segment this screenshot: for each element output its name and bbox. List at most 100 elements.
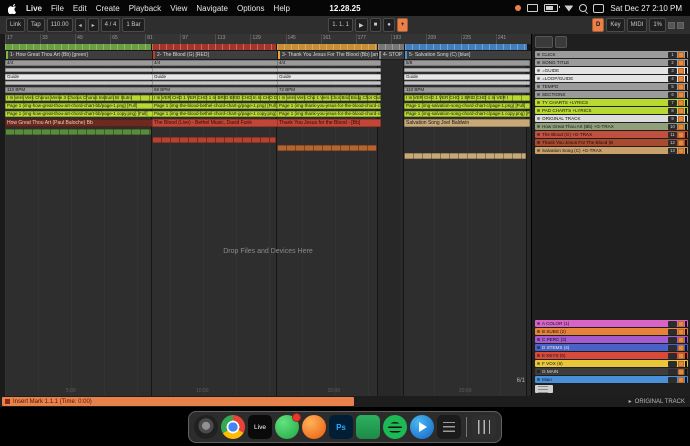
track-number-box[interactable]: 7 [668, 100, 677, 106]
track-activator-icon[interactable] [537, 69, 540, 72]
record-button[interactable]: ● [383, 18, 395, 32]
track-number-box[interactable]: 6 [668, 92, 677, 98]
click-clip[interactable]: 4/4 [152, 60, 280, 66]
menu-item-file[interactable]: File [51, 4, 64, 13]
track-activator-icon[interactable] [537, 93, 540, 96]
track-arm-button[interactable] [678, 329, 684, 335]
track-io-box[interactable] [668, 369, 677, 375]
pad-chart-clip[interactable]: Page 1 (img-how-great-thou-art-chord-cha… [5, 111, 155, 117]
stop-button[interactable]: ■ [370, 18, 382, 32]
notes-app-icon[interactable] [437, 415, 461, 439]
track-header-song-title[interactable]: SONG TITLE2 [535, 59, 688, 66]
main-track[interactable]: Main [535, 376, 688, 383]
track-arm-button[interactable] [678, 377, 684, 383]
loop-guide-clip[interactable] [152, 81, 280, 85]
play-button[interactable]: ▶ [355, 18, 368, 32]
menu-item-edit[interactable]: Edit [73, 4, 87, 13]
track-io-box[interactable] [668, 329, 677, 335]
group-track-a-color[interactable]: A COLOR (1) [535, 320, 688, 327]
track-header-the-blood[interactable]: The Blood (G) +G-TRAX11 [535, 131, 688, 138]
locator-how-great-thou-art[interactable]: 1- How Great Thou Art (Bb) [green] [5, 50, 157, 60]
group-track-g-main[interactable]: G MAIN [535, 368, 688, 375]
track-activator-icon[interactable] [537, 149, 540, 152]
menu-item-help[interactable]: Help [274, 4, 290, 13]
pad-chart-clip[interactable]: Page 1 (img-thank-you-jesus-for-the-bloo… [277, 111, 381, 117]
propresenter-icon[interactable] [410, 415, 434, 439]
track-number-box[interactable]: 2 [668, 60, 677, 66]
group-track-f-vox[interactable]: F VOX (6) [535, 360, 688, 367]
track-arm-button[interactable] [678, 100, 684, 106]
track-io-box[interactable] [668, 361, 677, 367]
track-io-box[interactable] [668, 337, 677, 343]
app-menu-live[interactable]: Live [26, 4, 42, 13]
track-activator-icon[interactable] [537, 101, 540, 104]
track-arm-button[interactable] [678, 116, 684, 122]
track-arm-button[interactable] [678, 369, 684, 375]
ty-chart-clip[interactable]: Page 1 (img-how-great-thou-art-chord-cha… [5, 103, 155, 109]
track-activator-icon[interactable] [537, 362, 540, 365]
original-track-clip[interactable]: The Blood (Live) - Bethel Music, David F… [152, 119, 280, 127]
track-header-tempo[interactable]: TEMPO5 [535, 83, 688, 90]
track-header-pad-charts[interactable]: PAD CHARTS +LYRICS8 [535, 107, 688, 114]
key-map-button[interactable]: Key [606, 18, 624, 32]
track-activator-icon[interactable] [537, 338, 540, 341]
nudge-up-button[interactable]: ▸ [88, 18, 99, 32]
pad-chart-clip[interactable]: Page 1 (img-the-blood-bethel-chord-chart… [152, 111, 280, 117]
track-arm-button[interactable] [678, 140, 684, 146]
utility-app-icon[interactable] [356, 415, 380, 439]
apple-menu[interactable] [8, 3, 17, 14]
messages-app-icon[interactable] [275, 415, 299, 439]
overdub-button[interactable]: + [397, 18, 409, 32]
track-number-box[interactable]: 3 [668, 68, 677, 74]
ty-chart-clip[interactable]: Page 1 (img-thank-you-jesus-for-the-bloo… [277, 103, 381, 109]
gtrax-clip-the-blood[interactable] [152, 137, 276, 143]
guide-clip[interactable]: Guide [277, 74, 381, 80]
track-number-box[interactable]: 5 [668, 84, 677, 90]
tempo-clip[interactable]: 110 BPM [5, 87, 155, 93]
arrangement-position-display[interactable]: 1. 1. 1 [328, 18, 353, 32]
track-activator-icon[interactable] [537, 354, 540, 357]
original-track-clip[interactable]: How Great Thou Art (Paul Baloche) Bb [5, 119, 155, 127]
click-clip[interactable]: 4/4 [5, 60, 155, 66]
loop-guide-clip[interactable] [277, 81, 381, 85]
track-activator-icon[interactable] [537, 378, 540, 381]
track-arm-button[interactable] [678, 337, 684, 343]
menu-item-playback[interactable]: Playback [129, 4, 161, 13]
group-track-c-perc[interactable]: C PERC (3) [535, 336, 688, 343]
track-header-ty-charts[interactable]: TY CHARTS +LYRICS7 [535, 99, 688, 106]
group-track-e-keys[interactable]: E KEYS (5) [535, 352, 688, 359]
photoshop-icon[interactable]: Ps [329, 415, 353, 439]
recording-indicator-icon[interactable] [515, 5, 521, 11]
song-title-clip[interactable] [5, 68, 155, 72]
track-io-box[interactable] [668, 353, 677, 359]
ty-chart-clip[interactable]: Page 1 (img-the-blood-bethel-chord-chart… [152, 103, 280, 109]
spotify-icon[interactable] [383, 415, 407, 439]
locator-the-blood[interactable]: 2- The Blood (G) [RED] [152, 50, 282, 60]
track-number-box[interactable]: 9 [668, 116, 677, 122]
guide-clip[interactable]: Guide [5, 74, 155, 80]
wifi-icon[interactable] [564, 5, 573, 12]
track-activator-icon[interactable] [537, 85, 540, 88]
track-io-box[interactable] [668, 321, 677, 327]
track-header-salvation-song[interactable]: Salvation Song (C) +G-TRAX13 [535, 147, 688, 154]
track-header-click[interactable]: CLICK1 [535, 51, 688, 58]
track-number-box[interactable]: 11 [668, 132, 677, 138]
track-header-original-track[interactable]: ORIGINAL TRACK9 [535, 115, 688, 122]
track-io-box[interactable] [668, 377, 677, 383]
click-clip[interactable]: 6/8 [404, 60, 530, 66]
track-number-box[interactable]: 1 [668, 52, 677, 58]
track-arm-button[interactable] [678, 76, 684, 82]
tempo-clip[interactable]: 110 BPM [404, 87, 530, 93]
track-activator-icon[interactable] [537, 125, 540, 128]
browser-app-icon[interactable] [302, 415, 326, 439]
tempo-clip[interactable]: 68 BPM [152, 87, 280, 93]
track-arm-button[interactable] [678, 60, 684, 66]
loop-guide-clip[interactable] [5, 81, 155, 85]
group-track-b-subs[interactable]: B SUBS (2) [535, 328, 688, 335]
menu-item-options[interactable]: Options [237, 4, 265, 13]
search-icon[interactable] [579, 4, 587, 12]
menu-item-create[interactable]: Create [96, 4, 120, 13]
chevron-right-icon[interactable]: ▸ [629, 398, 632, 405]
track-arm-button[interactable] [678, 124, 684, 130]
menubar-datetime[interactable]: Sat Dec 27 2:10 PM [610, 4, 682, 13]
